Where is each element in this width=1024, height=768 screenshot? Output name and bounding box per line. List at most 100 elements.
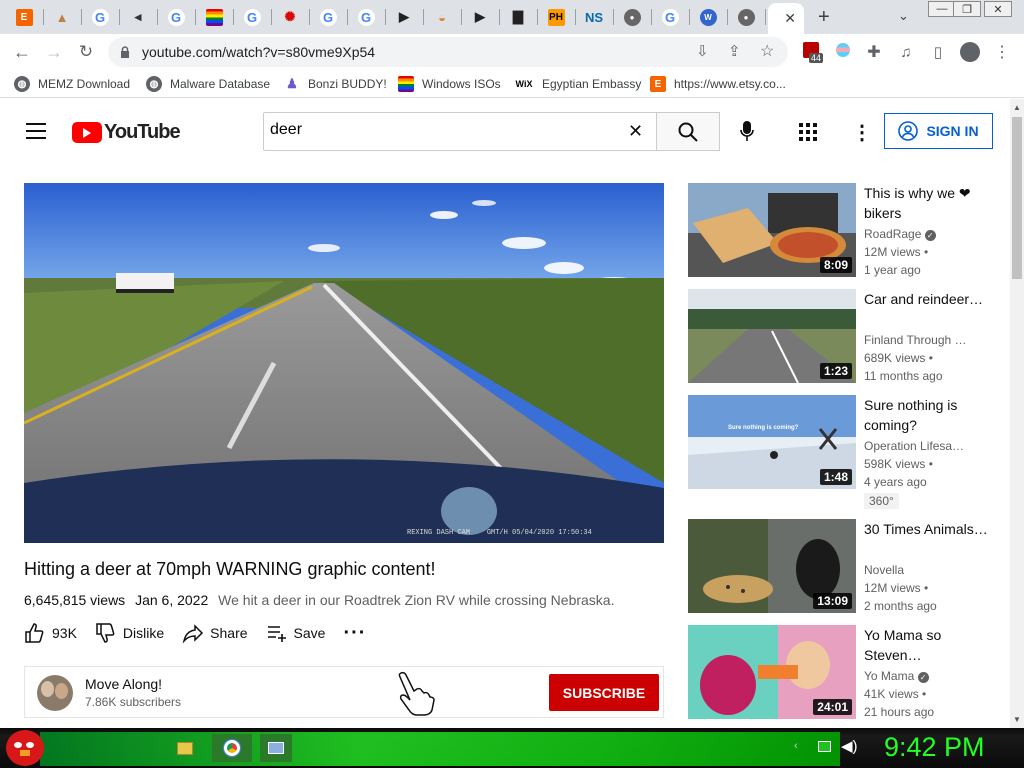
bookmark-malware-database[interactable]: ◍ Malware Database xyxy=(146,75,270,93)
browser-tab[interactable]: G xyxy=(352,5,380,29)
file-explorer-taskbar-icon[interactable] xyxy=(170,734,200,762)
active-tab[interactable]: ✕ xyxy=(768,3,804,34)
browser-tab[interactable]: G xyxy=(162,5,190,29)
browser-tab[interactable]: ● xyxy=(732,5,760,29)
recommended-title[interactable]: 30 Times Animals… xyxy=(864,519,994,539)
recommended-title[interactable]: Yo Mama so Steven… xyxy=(864,625,994,665)
close-tab-icon[interactable]: ✕ xyxy=(784,10,796,27)
video-player[interactable]: REXING DASH CAM GMT/H 05/04/2020 17:50:3… xyxy=(24,183,664,543)
recommended-channel[interactable]: Finland Through … xyxy=(864,333,967,347)
hamburger-menu-icon[interactable] xyxy=(26,123,46,139)
browser-tab[interactable]: ▲ xyxy=(48,5,76,29)
new-tab-icon[interactable]: + xyxy=(818,6,830,29)
share-icon[interactable]: ⇪ xyxy=(728,42,741,60)
scroll-down-icon[interactable]: ▼ xyxy=(1013,715,1021,724)
start-button-angry-bird-icon[interactable] xyxy=(6,730,44,766)
tab-search-icon[interactable]: ⌄ xyxy=(898,8,909,24)
recommended-channel[interactable]: RoadRage ✓ xyxy=(864,227,936,241)
browser-tab[interactable]: E xyxy=(10,5,38,29)
duration-badge: 8:09 xyxy=(819,257,852,273)
video-description[interactable]: We hit a deer in our Roadtrek Zion RV wh… xyxy=(218,592,614,608)
browser-tab[interactable]: ● xyxy=(618,5,646,29)
settings-more-icon[interactable]: ⋮ xyxy=(852,120,872,145)
bookmark-memz[interactable]: ◍ MEMZ Download xyxy=(14,75,130,93)
address-bar[interactable]: youtube.com/watch?v=s80vme9Xp54 ⇩ ⇪ ☆ xyxy=(108,37,788,67)
microphone-icon[interactable] xyxy=(740,121,754,141)
bus-icon: ▇ xyxy=(513,9,523,24)
browser-tab[interactable]: ✺ xyxy=(276,5,304,29)
browser-tab[interactable]: ▶ xyxy=(390,5,418,29)
video-thumbnail[interactable]: 13:09 xyxy=(688,519,856,613)
recommended-title[interactable]: Car and reindeer… xyxy=(864,289,994,309)
media-control-icon[interactable]: ♫ xyxy=(894,41,918,63)
dislike-button[interactable]: Dislike xyxy=(95,622,164,644)
forward-icon[interactable]: → xyxy=(42,41,66,63)
browser-tab[interactable]: PH xyxy=(542,5,570,29)
network-tray-icon[interactable] xyxy=(818,741,831,752)
taskbar-clock[interactable]: 9:42 PM xyxy=(884,732,985,763)
browser-tab[interactable] xyxy=(200,5,228,29)
recommended-video[interactable]: 8:09 This is why we ❤ bikers RoadRage ✓ 12M… xyxy=(688,183,1008,279)
recommended-video[interactable]: 24:01 Yo Mama so Steven… Yo Mama ✓ 41K view… xyxy=(688,625,1008,721)
side-panel-icon[interactable]: ▯ xyxy=(926,41,950,63)
tray-expand-icon[interactable]: ‹ xyxy=(794,740,798,752)
scroll-up-icon[interactable]: ▲ xyxy=(1013,103,1021,112)
scrollbar-thumb[interactable] xyxy=(1012,117,1022,279)
browser-tab[interactable]: ▇ xyxy=(504,5,532,29)
browser-tab[interactable]: ◂ xyxy=(124,5,152,29)
recommended-channel[interactable]: Yo Mama ✓ xyxy=(864,669,929,683)
recommended-video[interactable]: 1:23 Car and reindeer… Finland Through … 68… xyxy=(688,289,1008,385)
reload-icon[interactable]: ↻ xyxy=(74,41,98,63)
apps-grid-icon[interactable] xyxy=(799,123,817,141)
more-actions-icon[interactable]: ··· xyxy=(343,622,366,645)
install-icon[interactable]: ⇩ xyxy=(696,42,709,60)
browser-tab[interactable]: G xyxy=(86,5,114,29)
video-thumbnail[interactable]: 24:01 xyxy=(688,625,856,719)
bookmark-etsy[interactable]: Ehttps://www.etsy.co... xyxy=(650,75,786,93)
recommended-title[interactable]: This is why we ❤ bikers xyxy=(864,183,994,223)
save-button[interactable]: Save xyxy=(266,622,325,644)
bookmark-bonzi-buddy[interactable]: ♟ Bonzi BUDDY! xyxy=(284,75,387,93)
share-button[interactable]: Share xyxy=(182,622,248,644)
clear-search-icon[interactable]: ✕ xyxy=(628,121,643,142)
window-taskbar-icon[interactable] xyxy=(260,734,292,762)
video-thumbnail[interactable]: 1:23 xyxy=(688,289,856,383)
browser-tab[interactable]: G xyxy=(656,5,684,29)
sign-in-button[interactable]: SIGN IN xyxy=(884,113,993,149)
page-scrollbar[interactable]: ▲ ▼ xyxy=(1010,99,1024,728)
extension-flag-icon[interactable] xyxy=(836,43,850,57)
subscribe-button[interactable]: SUBSCRIBE xyxy=(549,674,659,711)
minimize-icon[interactable]: — xyxy=(928,1,956,17)
search-button[interactable] xyxy=(657,112,720,151)
recommended-title[interactable]: Sure nothing is coming? xyxy=(864,395,994,435)
bookmark-star-icon[interactable]: ☆ xyxy=(760,41,774,61)
browser-tab[interactable]: W xyxy=(694,5,722,29)
extensions-puzzle-icon[interactable]: ✚ xyxy=(862,41,886,63)
video-thumbnail[interactable]: Sure nothing is coming? 1:48 xyxy=(688,395,856,489)
close-window-icon[interactable]: ✕ xyxy=(984,1,1012,17)
hand-cursor-icon xyxy=(398,671,435,716)
recommended-video[interactable]: Sure nothing is coming? 1:48 Sure nothing … xyxy=(688,395,1008,509)
restore-icon[interactable]: ❐ xyxy=(953,1,981,17)
chrome-taskbar-icon[interactable] xyxy=(212,734,252,762)
search-input[interactable] xyxy=(270,121,610,139)
browser-tab[interactable]: ▶ xyxy=(466,5,494,29)
video-thumbnail[interactable]: 8:09 xyxy=(688,183,856,277)
recommended-video[interactable]: 13:09 30 Times Animals… Novella 12M views •… xyxy=(688,519,1008,615)
recommended-channel[interactable]: Novella xyxy=(864,563,904,577)
bookmark-windows-isos[interactable]: Windows ISOs xyxy=(398,75,501,93)
channel-name[interactable]: Move Along! xyxy=(85,676,162,692)
back-icon[interactable]: ← xyxy=(10,41,34,63)
bookmark-egyptian-embassy[interactable]: WiX Egyptian Embassy xyxy=(514,75,642,93)
browser-menu-icon[interactable]: ⋮ xyxy=(990,41,1014,63)
channel-avatar[interactable] xyxy=(37,675,73,711)
browser-tab[interactable]: NS xyxy=(580,5,608,29)
like-button[interactable]: 93K xyxy=(24,622,77,644)
volume-tray-icon[interactable]: ◀) xyxy=(841,737,858,755)
profile-avatar-icon[interactable] xyxy=(960,42,980,62)
recommended-channel[interactable]: Operation Lifesa… xyxy=(864,439,964,453)
browser-tab[interactable]: ◒ xyxy=(428,5,456,29)
youtube-logo[interactable]: YouTube xyxy=(72,121,181,144)
browser-tab[interactable]: G xyxy=(314,5,342,29)
browser-tab[interactable]: G xyxy=(238,5,266,29)
